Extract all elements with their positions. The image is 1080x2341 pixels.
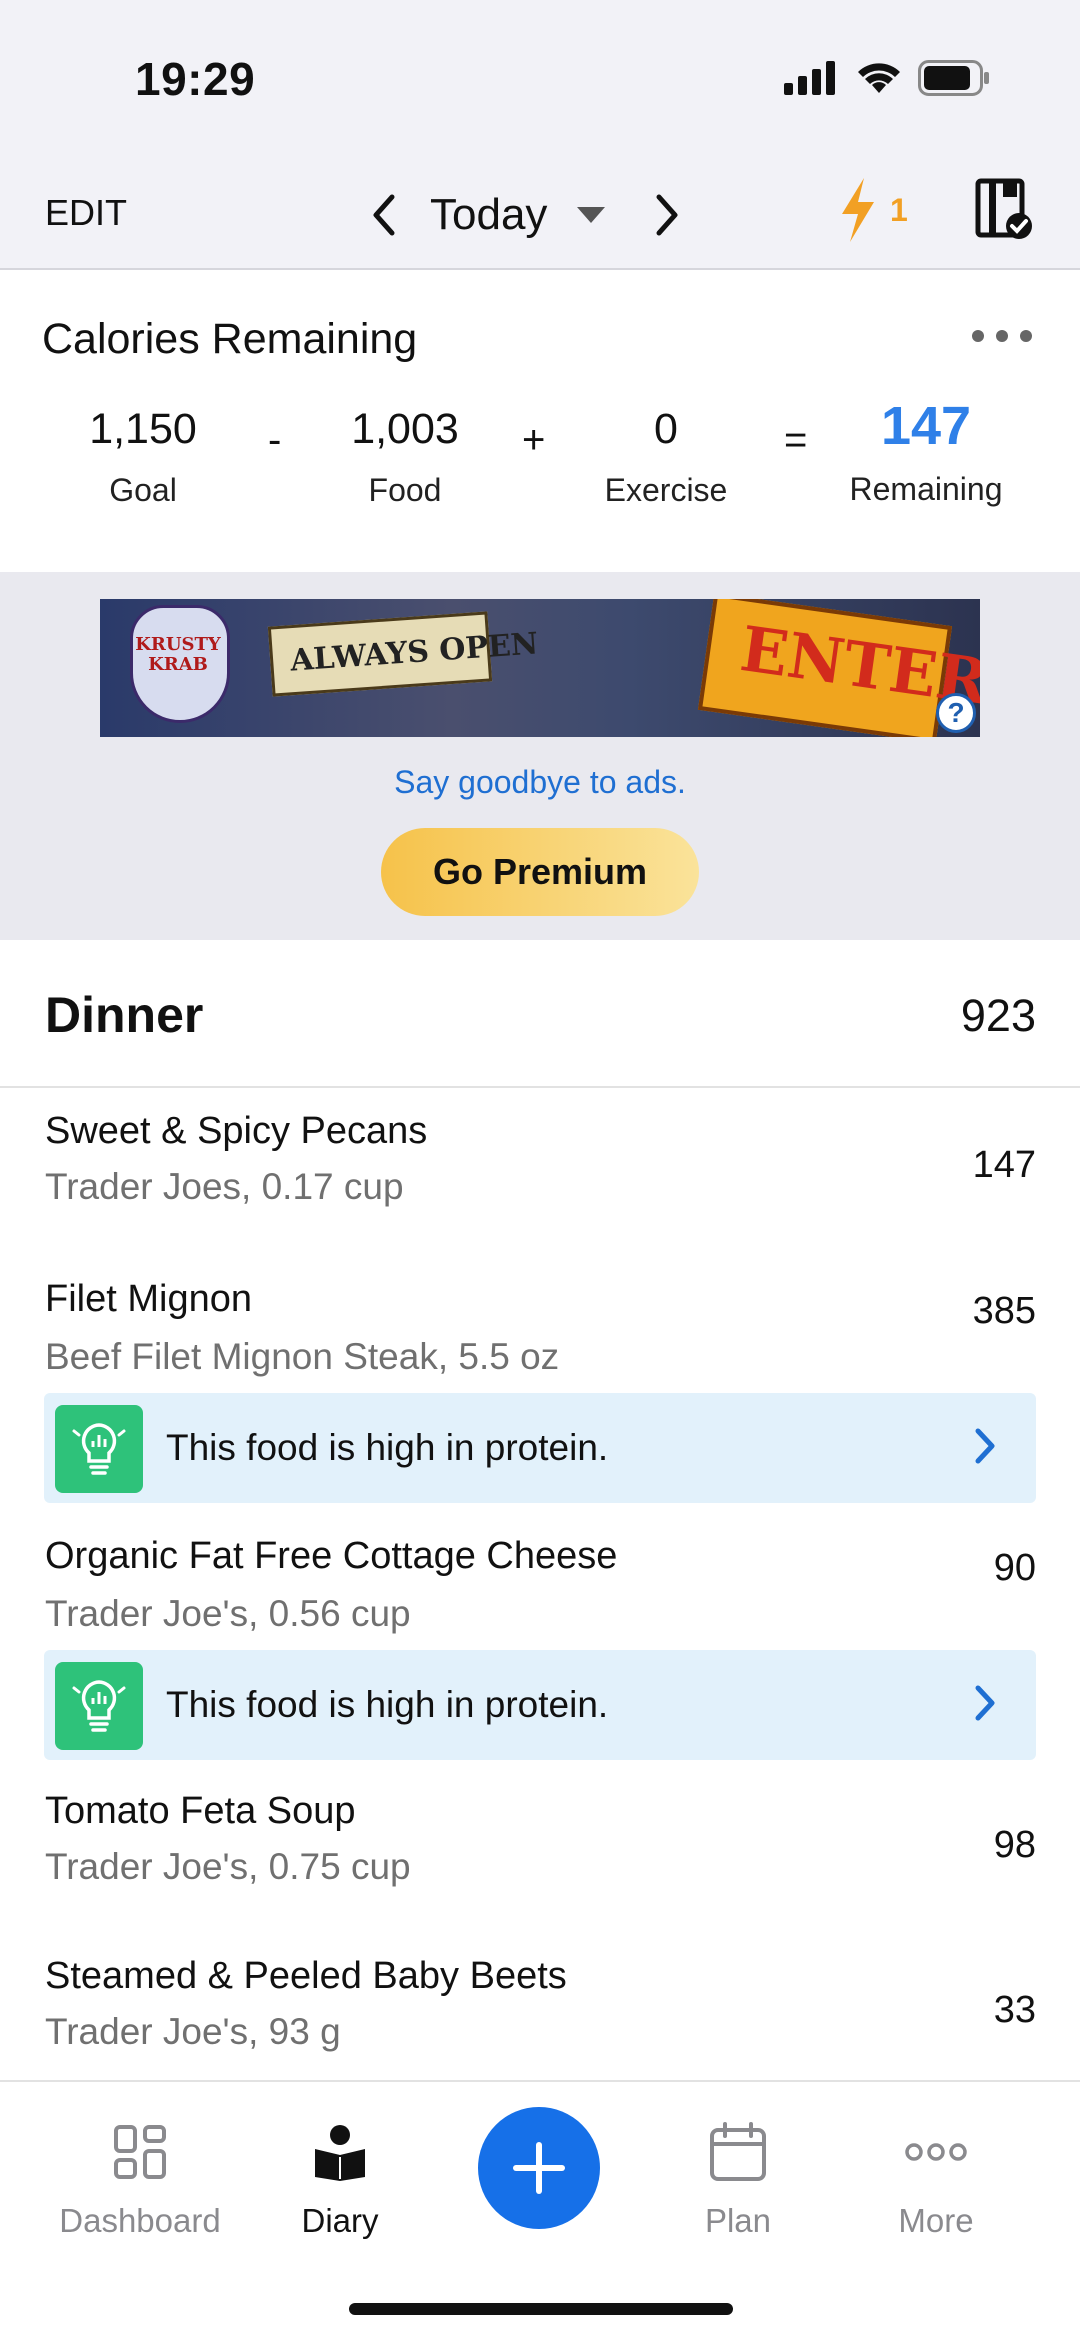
tab-label: More [898,2202,974,2239]
exercise-column: 0 Exercise [586,405,746,509]
food-description: Trader Joe's, 0.56 cup [45,1593,411,1634]
food-name: Sweet & Spicy Pecans [45,1110,428,1152]
food-name: Filet Mignon [45,1278,252,1320]
food-calories: 90 [993,1547,1036,1589]
food-label: Food [368,472,442,508]
insight-lightbulb-icon [55,1405,143,1493]
tab-label: Diary [301,2202,379,2239]
food-column: 1,003 Food [335,405,475,509]
insight-text: This food is high in protein. [166,1684,609,1725]
food-name: Steamed & Peeled Baby Beets [45,1955,567,1997]
food-item[interactable]: Sweet & Spicy Pecans Trader Joes, 0.17 c… [0,1088,1080,1238]
remaining-label: Remaining [849,471,1003,507]
edit-button[interactable]: EDIT [45,192,127,234]
add-entry-button[interactable] [478,2107,600,2229]
more-dots-icon [905,2143,967,2161]
meal-header[interactable]: Dinner 923 [0,940,1080,1088]
food-description: Trader Joes, 0.17 cup [45,1166,404,1207]
diary-book-icon [315,2125,365,2181]
battery-icon [918,60,989,96]
remaining-value: 147 [880,396,972,456]
exercise-value: 0 [654,405,678,453]
protein-insight-banner[interactable]: This food is high in protein. [44,1393,1036,1503]
dashboard-icon [114,2125,166,2179]
tab-diary[interactable]: Diary [240,2122,440,2240]
date-navigator: Today [370,180,681,250]
plus-operator: + [522,418,546,462]
food-item[interactable]: Tomato Feta Soup Trader Joe's, 0.75 cup … [0,1768,1080,1918]
home-indicator [349,2303,733,2315]
equals-operator: = [784,418,808,462]
remaining-column: 147 Remaining [836,396,1016,508]
status-icons [784,60,990,96]
tab-label: Plan [704,2202,772,2239]
meal-total: 923 [960,990,1036,1041]
food-value: 1,003 [351,405,459,453]
chevron-right-icon[interactable] [651,193,681,237]
diary-complete-icon[interactable] [975,178,1033,240]
streak-indicator[interactable]: 1 [836,176,908,244]
exercise-label: Exercise [604,472,728,508]
calories-summary[interactable]: Calories Remaining 1,150 Goal - 1,003 Fo… [0,270,1080,572]
chevron-right-icon [975,1428,995,1464]
chevron-right-icon [975,1685,995,1721]
food-description: Trader Joe's, 0.75 cup [45,1846,411,1887]
lightning-bolt-icon [842,178,874,242]
nav-bar: EDIT Today 1 [0,160,1080,270]
wifi-icon [858,63,900,93]
status-bar: 19:29 [0,0,1080,160]
meal-title: Dinner [45,987,204,1043]
food-calories: 385 [972,1290,1036,1332]
food-item[interactable]: Filet Mignon Beef Filet Mignon Steak, 5.… [0,1256,1080,1386]
tab-label: Dashboard [59,2202,221,2239]
ad-area: KRUSTY KRAB ALWAYS OPEN ENTER ? Say good… [0,572,1080,940]
food-item[interactable]: Organic Fat Free Cottage Cheese Trader J… [0,1513,1080,1643]
plus-icon [513,2142,565,2194]
food-name: Organic Fat Free Cottage Cheese [45,1535,618,1577]
date-label[interactable]: Today [430,190,547,240]
go-premium-button[interactable]: Go Premium [381,828,699,916]
goal-label: Goal [109,472,177,508]
more-options-icon[interactable] [972,330,1032,342]
food-description: Beef Filet Mignon Steak, 5.5 oz [45,1336,560,1377]
food-calories: 98 [993,1824,1036,1866]
food-description: Trader Joe's, 93 g [45,2011,341,2052]
summary-title: Calories Remaining [42,315,418,363]
insight-text: This food is high in protein. [166,1427,609,1468]
food-calories: 147 [972,1144,1036,1186]
calendar-icon [710,2122,766,2181]
chevron-left-icon[interactable] [370,193,400,237]
tab-more[interactable]: More [836,2122,1036,2240]
tab-bar: Dashboard Diary Plan More [0,2080,1080,2341]
status-time: 19:29 [135,53,256,105]
ad-help-icon[interactable]: ? [936,693,976,733]
cellular-signal-icon [784,61,835,95]
goal-column: 1,150 Goal [73,405,213,509]
protein-insight-banner[interactable]: This food is high in protein. [44,1650,1036,1760]
ad-banner[interactable]: KRUSTY KRAB ALWAYS OPEN ENTER ? [100,599,980,737]
minus-operator: - [268,418,282,462]
goal-value: 1,150 [89,405,197,453]
tab-dashboard[interactable]: Dashboard [40,2122,240,2240]
streak-count: 1 [890,191,908,228]
remove-ads-text[interactable]: Say goodbye to ads. [0,764,1080,801]
food-item[interactable]: Steamed & Peeled Baby Beets Trader Joe's… [0,1933,1080,2078]
food-calories: 33 [993,1989,1036,2031]
tab-plan[interactable]: Plan [638,2122,838,2240]
caret-down-icon[interactable] [575,205,607,225]
insight-lightbulb-icon [55,1662,143,1750]
food-name: Tomato Feta Soup [45,1790,356,1832]
ad-sign-text: KRUSTY KRAB [135,634,221,675]
